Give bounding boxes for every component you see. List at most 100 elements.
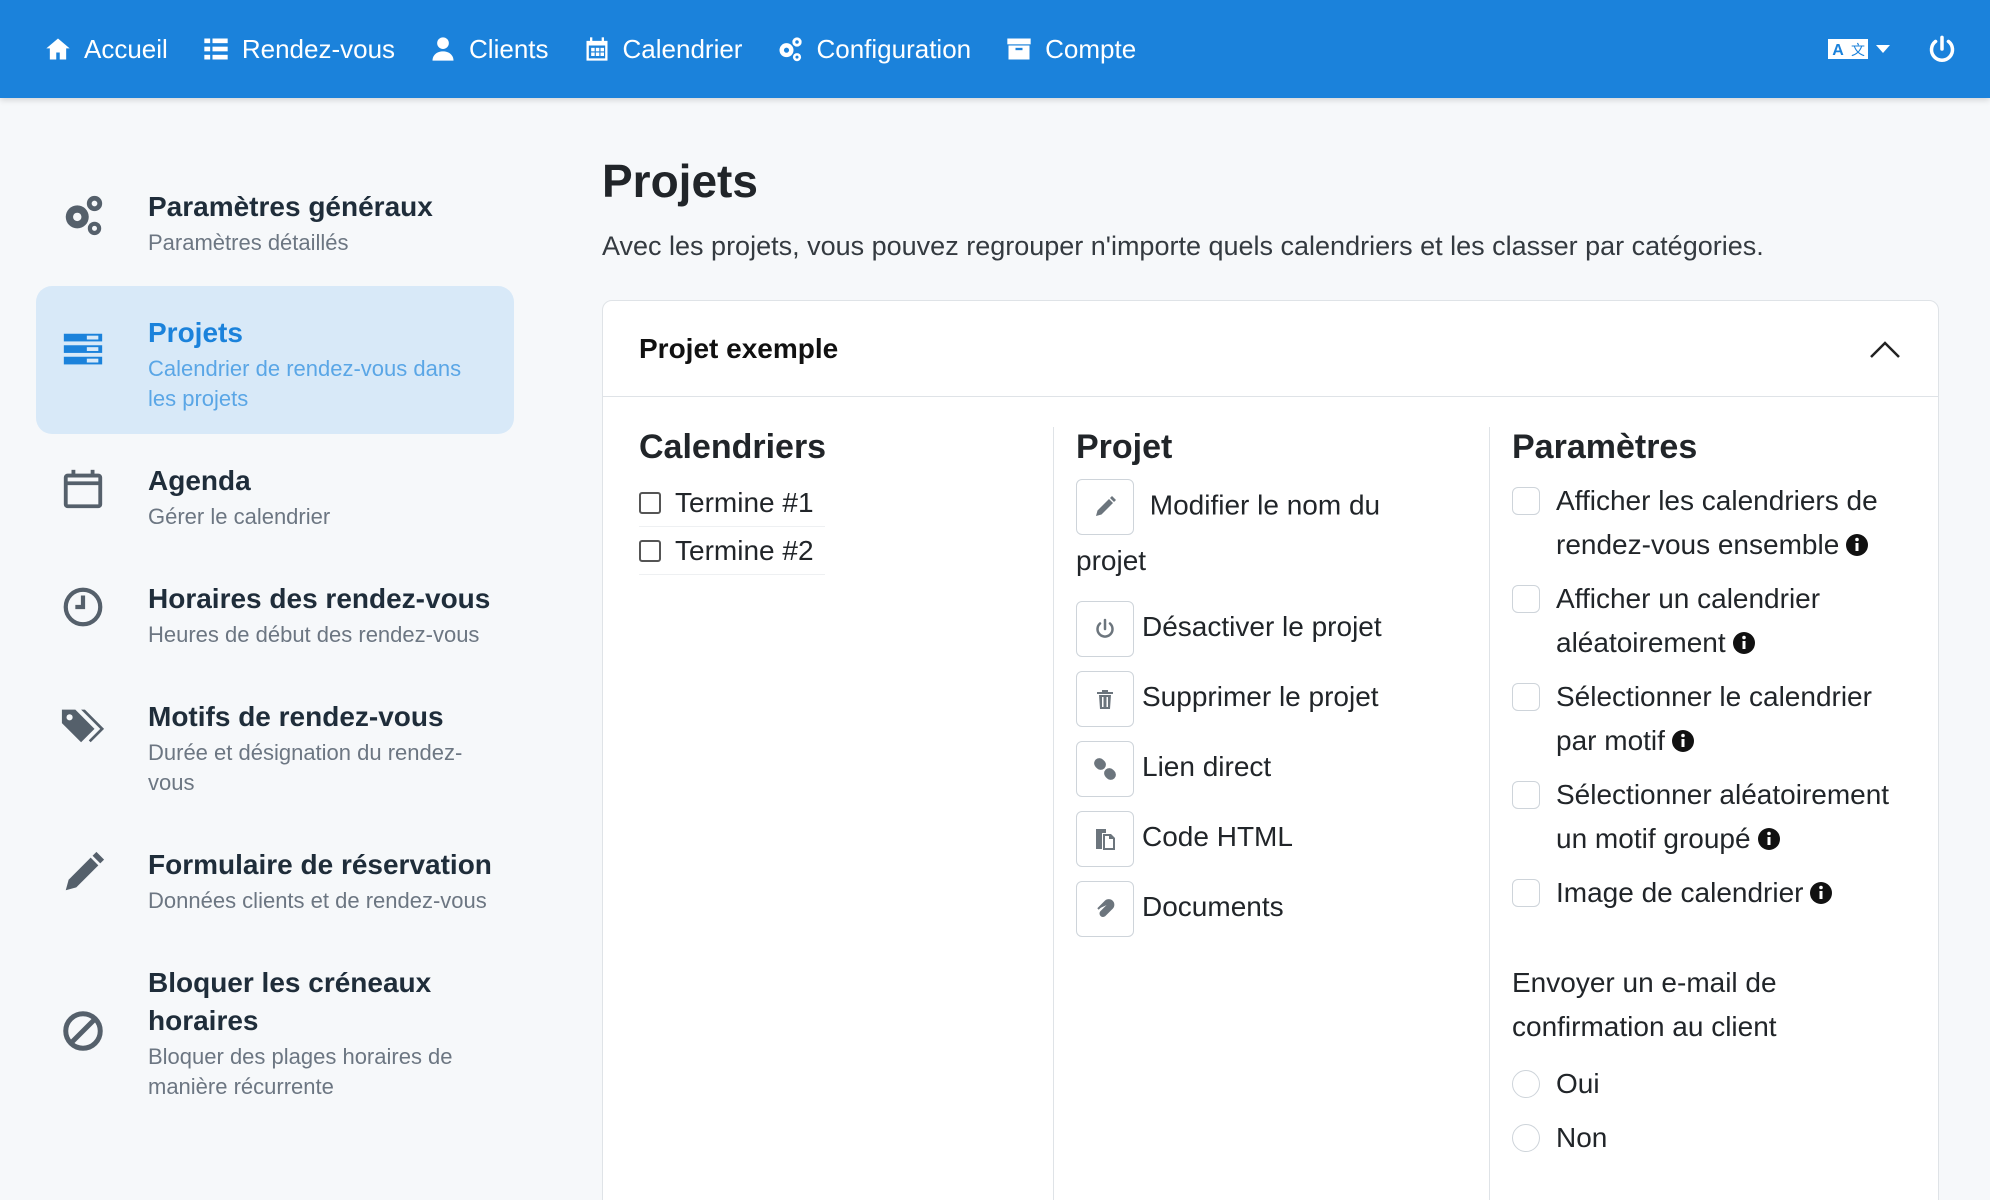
project-card: Projet exemple Calendriers Termine #1 Te… (602, 300, 1939, 1200)
nav-item-label: Clients (469, 33, 549, 64)
calendars-title: Calendriers (639, 428, 827, 466)
calendar-checkbox[interactable] (639, 539, 661, 562)
setting-label: Sélectionner le calendrier par motif (1556, 681, 1872, 756)
info-icon[interactable] (1845, 533, 1869, 557)
pencil-icon (65, 851, 105, 891)
setting-checkbox[interactable] (1512, 585, 1540, 613)
nav-item-accueil[interactable]: Accueil (44, 0, 168, 98)
email-confirmation-label: Envoyer un e-mail de confirmation au cli… (1512, 967, 1777, 1042)
setting-label: Sélectionner aléatoirement un motif grou… (1556, 779, 1890, 854)
main-content: Projets Avec les projets, vous pouvez re… (602, 148, 1938, 266)
sidebar-item-subtitle: Durée et désignation du rendez-vous (148, 740, 463, 795)
email-option-no: Non (1512, 1111, 1919, 1165)
nav-item-calendrier[interactable]: Calendrier (583, 0, 743, 98)
sidebar-item-parametres-generaux[interactable]: Paramètres généraux Paramètres détaillés (36, 160, 514, 278)
calendar-icon (63, 469, 103, 509)
project-settings-title: Paramètres (1512, 428, 1698, 466)
copy-icon (1096, 829, 1115, 850)
setting-checkbox[interactable] (1512, 683, 1540, 711)
action-label[interactable]: Supprimer le projet (1142, 671, 1379, 723)
language-dropdown[interactable]: A文 (1828, 37, 1892, 61)
calendar-item: Termine #1 (639, 479, 825, 527)
radio-label: Oui (1556, 1068, 1600, 1099)
email-radio-no[interactable] (1512, 1124, 1540, 1152)
deactivate-project-action: Désactiver le projet (1076, 601, 1489, 657)
documents-button[interactable] (1076, 881, 1134, 937)
project-actions-title: Projet (1076, 428, 1173, 466)
sidebar-item-title: Formulaire de réservation (148, 849, 492, 880)
setting-option: Sélectionner aléatoirement un motif grou… (1512, 773, 1919, 861)
direct-link-action: Lien direct (1076, 741, 1489, 797)
nav-item-clients[interactable]: Clients (429, 0, 549, 98)
delete-project-button[interactable] (1076, 671, 1134, 727)
calendar-label: Termine #1 (675, 486, 814, 518)
nav-item-label: Rendez-vous (241, 33, 396, 64)
nav-item-rendez-vous[interactable]: Rendez-vous (202, 0, 395, 98)
setting-label: Image de calendrier (1556, 877, 1804, 908)
project-card-header[interactable]: Projet exemple (603, 301, 1938, 397)
sidebar-item-projets[interactable]: Projets Calendrier de rendez-vous dans l… (36, 286, 514, 434)
sidebar-item-formulaire[interactable]: Formulaire de réservation Données client… (36, 818, 514, 936)
nav-right: A文 (1828, 0, 1956, 98)
user-icon (432, 37, 454, 61)
setting-option: Afficher les calendriers de rendez-vous … (1512, 479, 1919, 567)
sidebar-item-agenda[interactable]: Agenda Gérer le calendrier (36, 434, 514, 552)
sidebar-item-subtitle: Gérer le calendrier (148, 504, 331, 529)
setting-label: Afficher un calendrier aléatoirement (1556, 583, 1821, 658)
top-navbar: Accueil Rendez-vous Clients Calendrier C… (0, 0, 1990, 98)
html-code-action: Code HTML (1076, 811, 1489, 867)
clock-icon (63, 587, 103, 627)
info-icon[interactable] (1732, 631, 1756, 655)
setting-checkbox[interactable] (1512, 487, 1540, 515)
sidebar-item-title: Motifs de rendez-vous (148, 701, 444, 732)
info-icon[interactable] (1757, 827, 1781, 851)
action-label[interactable]: Lien direct (1142, 741, 1271, 793)
email-radio-yes[interactable] (1512, 1070, 1540, 1098)
sidebar-item-title: Paramètres généraux (148, 191, 433, 222)
calendar-checkbox[interactable] (639, 491, 661, 514)
project-settings-column: Paramètres Afficher les calendriers de r… (1489, 427, 1919, 1200)
rename-project-button[interactable] (1076, 479, 1134, 535)
archive-icon (1007, 38, 1031, 60)
sidebar-item-title: Projets (148, 317, 243, 348)
setting-option: Image de calendrier (1512, 871, 1919, 915)
calendar-item: Termine #2 (639, 527, 825, 575)
delete-project-action: Supprimer le projet (1076, 671, 1489, 727)
html-code-button[interactable] (1076, 811, 1134, 867)
setting-checkbox[interactable] (1512, 879, 1540, 907)
deactivate-project-button[interactable] (1076, 601, 1134, 657)
nav-item-label: Configuration (816, 33, 972, 64)
pencil-icon (1096, 496, 1116, 516)
caret-down-icon (1876, 45, 1890, 53)
nav-item-compte[interactable]: Compte (1005, 0, 1136, 98)
action-label[interactable]: Désactiver le projet (1142, 601, 1382, 653)
setting-checkbox[interactable] (1512, 781, 1540, 809)
sidebar-item-subtitle: Calendrier de rendez-vous dans les proje… (148, 356, 462, 411)
sidebar-item-bloquer[interactable]: Bloquer les créneaux horaires Bloquer de… (36, 936, 514, 1122)
direct-link-button[interactable] (1076, 741, 1134, 797)
chevron-up-icon[interactable] (1868, 333, 1902, 367)
cogs-icon (65, 195, 103, 236)
language-icon: A文 (1828, 39, 1868, 59)
home-icon (46, 38, 70, 60)
settings-sidebar: Paramètres généraux Paramètres détaillés… (36, 160, 514, 1122)
svg-text:A: A (1832, 42, 1844, 59)
action-label[interactable]: Code HTML (1142, 811, 1293, 863)
sidebar-item-motifs[interactable]: Motifs de rendez-vous Durée et désignati… (36, 670, 514, 818)
documents-action: Documents (1076, 881, 1489, 937)
action-label[interactable]: Documents (1142, 881, 1284, 933)
nav-item-configuration[interactable]: Configuration (776, 0, 971, 98)
calendar-label: Termine #2 (675, 534, 814, 566)
nav-item-label: Calendrier (622, 33, 743, 64)
svg-text:文: 文 (1851, 43, 1865, 59)
sidebar-item-title: Agenda (148, 465, 251, 496)
power-icon (1929, 35, 1955, 62)
calendars-column: Calendriers Termine #1 Termine #2 (639, 427, 1039, 1200)
email-option-yes: Oui (1512, 1057, 1919, 1111)
info-icon[interactable] (1671, 729, 1695, 753)
info-icon[interactable] (1809, 881, 1833, 905)
page-description: Avec les projets, vous pouvez regrouper … (602, 231, 1764, 261)
logout-button[interactable] (1928, 35, 1956, 63)
sidebar-item-horaires[interactable]: Horaires des rendez-vous Heures de début… (36, 552, 514, 670)
tags-icon (61, 709, 105, 743)
